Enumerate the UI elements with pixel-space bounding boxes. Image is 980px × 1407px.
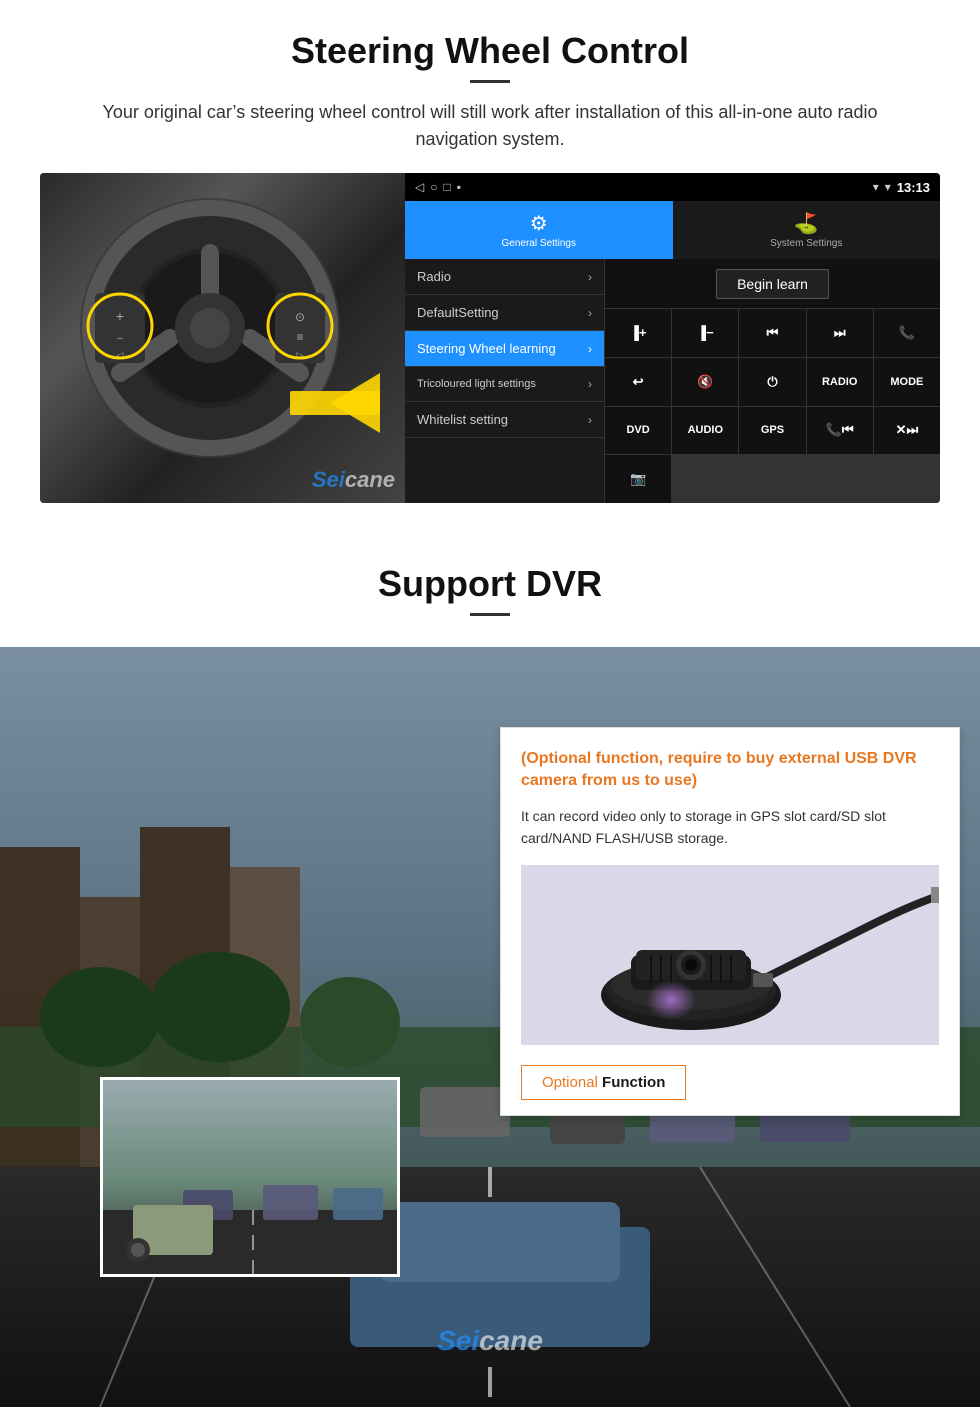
function-text-part: Function: [602, 1074, 665, 1091]
ctrl-vol-down[interactable]: ▐−: [672, 309, 738, 357]
ctrl-mode[interactable]: MODE: [874, 358, 940, 406]
ctrl-gps[interactable]: GPS: [739, 407, 805, 455]
watermark-steering: Seicane: [312, 467, 395, 493]
menu-item-steering-learning[interactable]: Steering Wheel learning ›: [405, 331, 604, 367]
svg-text:+: +: [116, 308, 124, 324]
dvr-watermark: Seicane: [437, 1325, 543, 1357]
home-icon[interactable]: ○: [430, 180, 437, 194]
ctrl-phone[interactable]: 📞: [874, 309, 940, 357]
dvr-info-card: (Optional function, require to buy exter…: [500, 727, 960, 1116]
ctrl-vol-up[interactable]: ▐+: [605, 309, 671, 357]
title-divider: [470, 80, 510, 83]
dvr-header: Support DVR: [0, 533, 980, 647]
status-time: 13:13: [897, 180, 930, 195]
dvr-background: Seicane: [0, 647, 980, 1407]
ctrl-prev[interactable]: ⏮: [739, 309, 805, 357]
menu-item-tricoloured[interactable]: Tricoloured light settings ›: [405, 367, 604, 402]
signal-icon: ▾: [873, 180, 879, 194]
android-menu: Radio › DefaultSetting › Steering Wheel …: [405, 259, 940, 503]
menu-item-steering-label: Steering Wheel learning: [417, 341, 556, 356]
chevron-icon-2: ›: [588, 306, 592, 320]
chevron-icon-3: ›: [588, 342, 592, 356]
optional-text-part: Optional: [542, 1074, 598, 1091]
begin-learn-button[interactable]: Begin learn: [716, 269, 829, 299]
gear-icon: ⚙: [530, 211, 548, 236]
menu-icon[interactable]: ▪: [457, 180, 461, 194]
svg-text:≡: ≡: [296, 330, 303, 344]
system-icon: ⛳: [794, 211, 819, 236]
status-bar: ◁ ○ □ ▪ ▾ ▾ 13:13: [405, 173, 940, 201]
recent-icon[interactable]: □: [443, 180, 450, 194]
tab-general-settings-label: General Settings: [502, 238, 577, 249]
dvr-inset-image: [100, 1077, 400, 1277]
dvr-divider: [470, 613, 510, 616]
dvr-title: Support DVR: [40, 563, 940, 605]
chevron-icon-5: ›: [588, 413, 592, 427]
ctrl-next[interactable]: ⏭: [807, 309, 873, 357]
optional-function-button[interactable]: Optional Function: [521, 1060, 939, 1100]
svg-text:⊙: ⊙: [295, 310, 305, 324]
nav-icons: ◁ ○ □ ▪: [415, 180, 461, 194]
ctrl-radio[interactable]: RADIO: [807, 358, 873, 406]
dvr-optional-text: (Optional function, require to buy exter…: [521, 748, 939, 793]
tab-system-settings-label: System Settings: [770, 238, 842, 249]
ctrl-power[interactable]: ⏻: [739, 358, 805, 406]
chevron-icon: ›: [588, 270, 592, 284]
menu-item-whitelist[interactable]: Whitelist setting ›: [405, 402, 604, 438]
tab-general-settings[interactable]: ⚙ General Settings: [405, 201, 673, 259]
menu-item-defaultsetting-label: DefaultSetting: [417, 305, 499, 320]
steering-section: Steering Wheel Control Your original car…: [0, 0, 980, 523]
top-tabs: ⚙ General Settings ⛳ System Settings: [405, 201, 940, 259]
menu-item-whitelist-label: Whitelist setting: [417, 412, 508, 427]
android-ui: ◁ ○ □ ▪ ▾ ▾ 13:13 ⚙ General Settings: [405, 173, 940, 503]
section-subtitle: Your original car’s steering wheel contr…: [90, 99, 890, 153]
status-right: ▾ ▾ 13:13: [873, 180, 930, 195]
wifi-icon: ▾: [885, 180, 891, 194]
ctrl-audio[interactable]: AUDIO: [672, 407, 738, 455]
tab-system-settings[interactable]: ⛳ System Settings: [673, 201, 941, 259]
dvr-section: Support DVR: [0, 533, 980, 1407]
ctrl-hangup[interactable]: ↩: [605, 358, 671, 406]
dvr-camera-image: [521, 865, 939, 1045]
dvr-description: It can record video only to storage in G…: [521, 805, 939, 850]
chevron-icon-4: ›: [588, 377, 592, 391]
steering-demo: + – ◁ ⊙ ≡ ▷ Seicane: [40, 173, 940, 503]
control-button-grid: ▐+ ▐− ⏮ ⏭ 📞 ↩ 🔇 ⏻ RADIO MODE DVD AUDIO: [605, 309, 940, 503]
menu-list: Radio › DefaultSetting › Steering Wheel …: [405, 259, 605, 503]
begin-learn-row: Begin learn: [605, 259, 940, 309]
page-title: Steering Wheel Control: [40, 30, 940, 72]
ctrl-mute[interactable]: 🔇: [672, 358, 738, 406]
menu-item-tricoloured-label: Tricoloured light settings: [417, 378, 536, 390]
menu-item-radio-label: Radio: [417, 269, 451, 284]
menu-item-radio[interactable]: Radio ›: [405, 259, 604, 295]
menu-item-defaultsetting[interactable]: DefaultSetting ›: [405, 295, 604, 331]
steering-photo: + – ◁ ⊙ ≡ ▷ Seicane: [40, 173, 405, 503]
ctrl-phone-prev[interactable]: 📞⏮: [807, 407, 873, 455]
control-panel: Begin learn ▐+ ▐− ⏮ ⏭ 📞 ↩ 🔇 ⏻ RADIO: [605, 259, 940, 503]
svg-text:–: –: [117, 333, 123, 344]
ctrl-phone-next[interactable]: ✕⏭: [874, 407, 940, 455]
ctrl-extra[interactable]: 📷: [605, 455, 671, 503]
ctrl-dvd[interactable]: DVD: [605, 407, 671, 455]
back-icon[interactable]: ◁: [415, 180, 424, 194]
